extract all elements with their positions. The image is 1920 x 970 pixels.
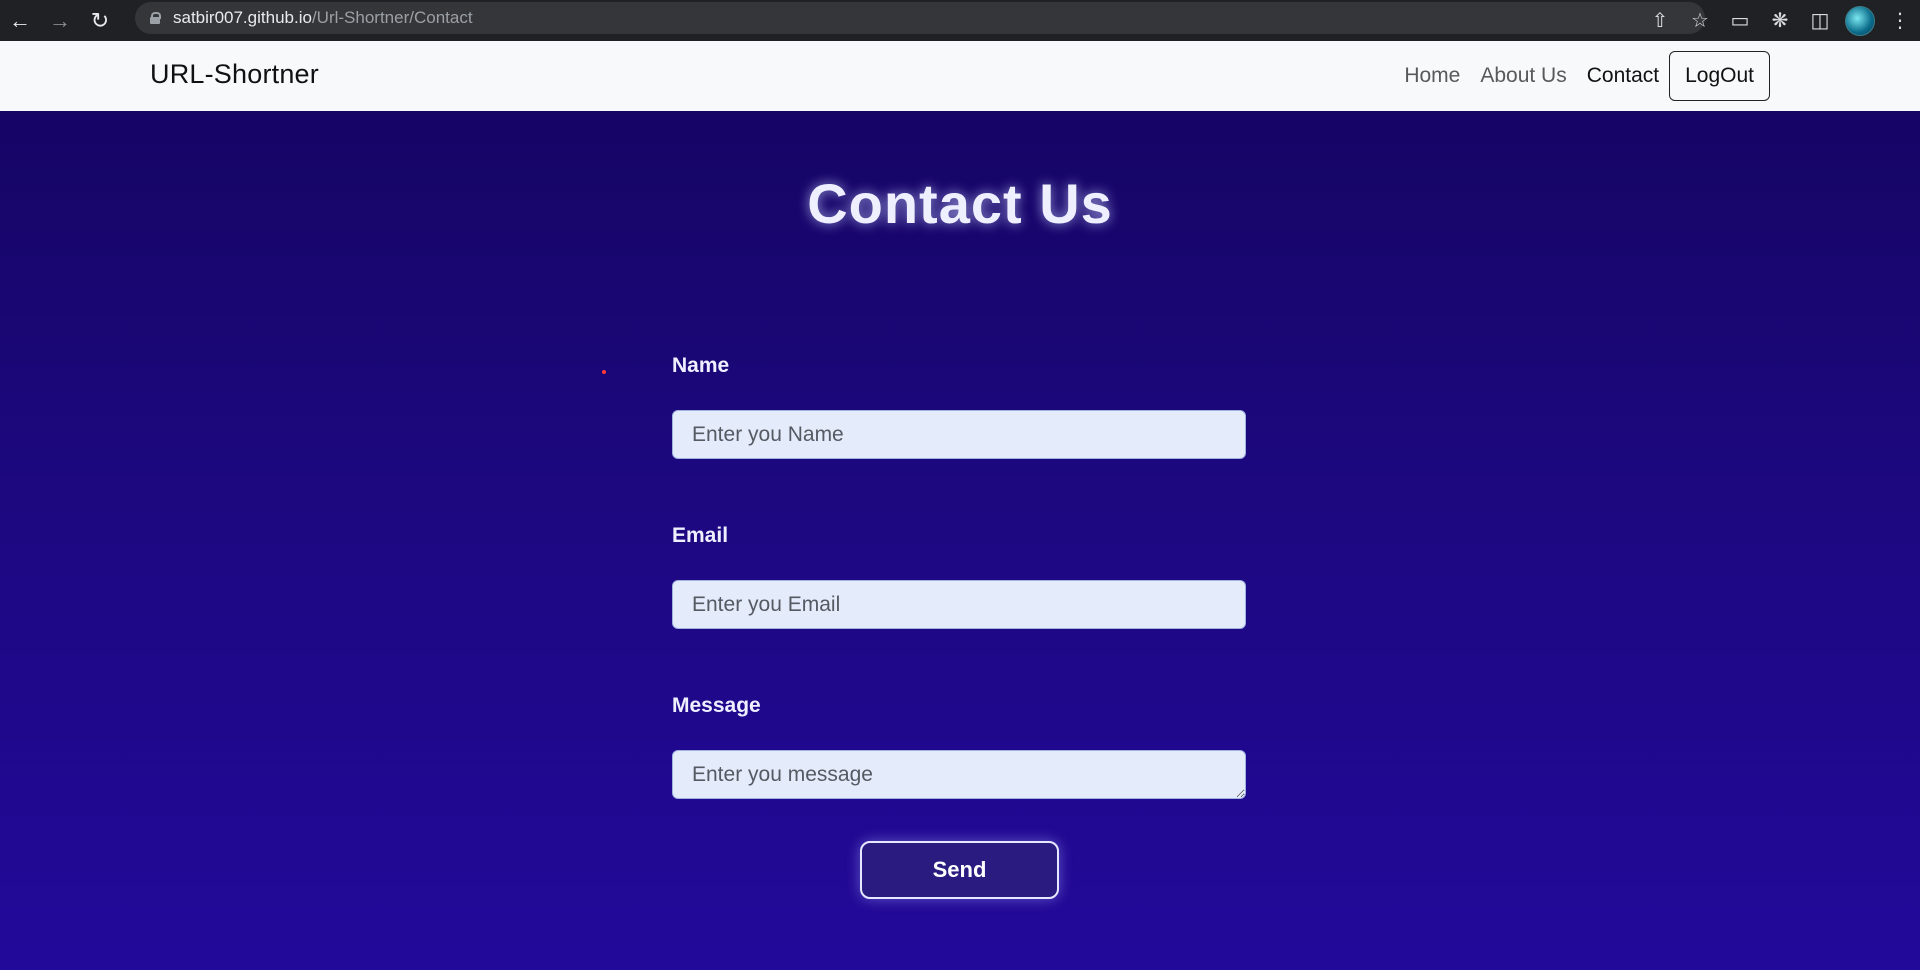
- kebab-menu-icon: ⋮: [1890, 10, 1910, 32]
- forward-button[interactable]: →: [40, 0, 80, 41]
- avatar: [1845, 5, 1875, 36]
- name-field[interactable]: [672, 410, 1246, 459]
- page-title: Contact Us: [807, 172, 1113, 235]
- nav-contact[interactable]: Contact: [1577, 64, 1669, 88]
- cast-button[interactable]: ▭: [1720, 0, 1760, 41]
- side-panel-button[interactable]: ◫: [1800, 0, 1840, 41]
- url-text: satbir007.github.io/Url-Shortner/Contact: [173, 8, 473, 28]
- send-button[interactable]: Send: [860, 841, 1059, 899]
- laptop-icon: ▭: [1730, 10, 1750, 32]
- share-button[interactable]: ⇧: [1640, 0, 1680, 41]
- share-icon: ⇧: [1651, 10, 1669, 32]
- arrow-right-icon: →: [49, 7, 71, 33]
- menu-button[interactable]: ⋮: [1880, 0, 1920, 41]
- nav-home[interactable]: Home: [1394, 64, 1470, 88]
- extensions-button[interactable]: ❋: [1760, 0, 1800, 41]
- lock-icon: [150, 12, 161, 24]
- profile-button[interactable]: [1840, 0, 1880, 41]
- logout-button[interactable]: LogOut: [1669, 51, 1770, 101]
- name-label: Name: [672, 354, 730, 377]
- bookmark-button[interactable]: ☆: [1680, 0, 1720, 41]
- reload-icon: ↻: [90, 7, 110, 33]
- contact-section: Contact Us Name Email Message Send: [0, 111, 1920, 970]
- email-label: Email: [672, 524, 729, 547]
- nav-about-us[interactable]: About Us: [1470, 64, 1576, 88]
- puzzle-icon: ❋: [1771, 10, 1789, 32]
- nav-links: Home About Us Contact LogOut: [1394, 51, 1770, 101]
- star-icon: ☆: [1691, 10, 1709, 32]
- back-button[interactable]: ←: [0, 0, 40, 41]
- side-panel-icon: ◫: [1810, 10, 1830, 32]
- browser-toolbar: ← → ↻ satbir007.github.io/Url-Shortner/C…: [0, 0, 1920, 41]
- address-bar[interactable]: satbir007.github.io/Url-Shortner/Contact: [135, 2, 1705, 34]
- reload-button[interactable]: ↻: [80, 0, 120, 41]
- url-path: /Url-Shortner/Contact: [311, 8, 473, 27]
- red-dot: [602, 370, 606, 374]
- email-field[interactable]: [672, 580, 1246, 629]
- message-field[interactable]: [672, 750, 1246, 799]
- message-label: Message: [672, 694, 761, 717]
- site-navbar: URL-Shortner Home About Us Contact LogOu…: [0, 41, 1920, 112]
- brand-link[interactable]: URL-Shortner: [150, 59, 319, 90]
- arrow-left-icon: ←: [9, 7, 31, 33]
- url-host: satbir007.github.io: [173, 8, 312, 27]
